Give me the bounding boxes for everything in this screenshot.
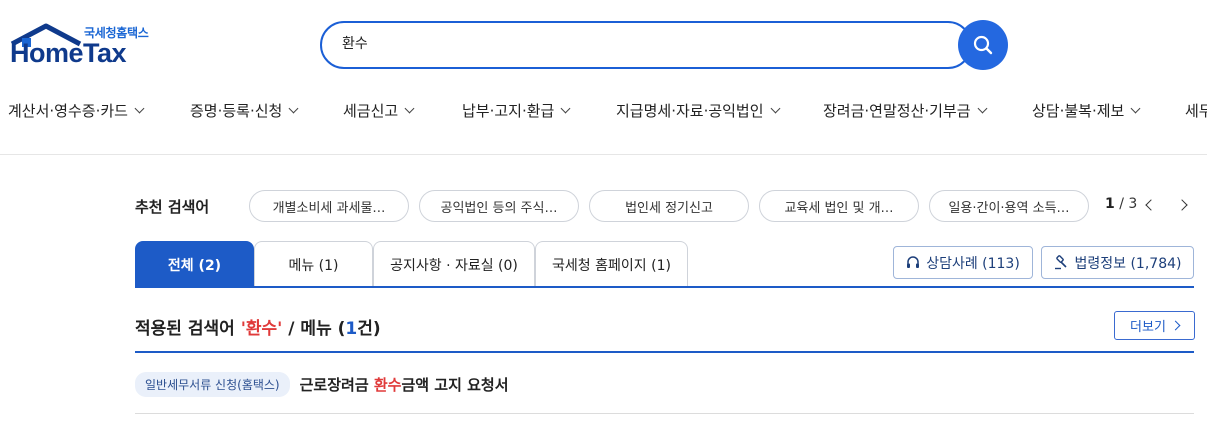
chevron-down-icon bbox=[1130, 103, 1141, 114]
list-item: 일반세무서류 신청(홈택스) 근로장려금 환수금액 고지 요청서 bbox=[135, 372, 509, 397]
pager-current: 1 bbox=[1105, 196, 1115, 212]
nav-item-label: 계산서·영수증·카드 bbox=[8, 102, 128, 120]
recommended-label: 추천 검색어 bbox=[135, 198, 210, 216]
chevron-down-icon bbox=[134, 103, 145, 114]
chevron-down-icon bbox=[288, 103, 299, 114]
nav-item-label: 지급명세·자료·공익법인 bbox=[616, 102, 764, 120]
row-divider bbox=[135, 413, 1194, 414]
search-button[interactable] bbox=[958, 20, 1008, 70]
result-keyword: '환수' bbox=[240, 319, 283, 339]
chevron-down-icon bbox=[770, 103, 780, 114]
recommended-chip[interactable]: 일용·간이·용역 소득… bbox=[929, 190, 1089, 222]
tab-underline bbox=[135, 286, 1194, 288]
tab-all[interactable]: 전체 (2) bbox=[135, 241, 254, 287]
nav-divider bbox=[0, 154, 1207, 155]
chevron-right-icon[interactable] bbox=[1178, 198, 1188, 212]
category-badge: 일반세무서류 신청(홈택스) bbox=[135, 372, 290, 397]
result-divider bbox=[135, 351, 1194, 353]
recommended-chip[interactable]: 교육세 법인 및 개… bbox=[759, 190, 919, 222]
tab-menu[interactable]: 메뉴 (1) bbox=[254, 241, 373, 287]
applied-search-title: 적용된 검색어 '환수' / 메뉴 (1건) bbox=[135, 314, 381, 339]
gavel-icon bbox=[1054, 255, 1067, 270]
pager-total: / 3 bbox=[1119, 196, 1138, 212]
nav-item-label: 세무 bbox=[1185, 102, 1207, 120]
chevron-left-icon[interactable] bbox=[1144, 198, 1154, 212]
consult-case-label: 상담사례 (113) bbox=[926, 255, 1020, 272]
recommended-pager: 1 / 3 bbox=[1105, 196, 1137, 212]
more-label: 더보기 bbox=[1130, 320, 1166, 335]
result-title-post: 금액 고지 요청서 bbox=[401, 376, 509, 394]
result-prefix: 적용된 검색어 bbox=[135, 319, 241, 339]
hometax-logo[interactable]: 국세청홈택스 HomeTax bbox=[10, 22, 160, 72]
consult-case-button[interactable]: 상담사례 (113) bbox=[893, 246, 1033, 279]
nav-item-tax-report[interactable]: 세금신고 bbox=[343, 100, 415, 121]
result-title-pre: 근로장려금 bbox=[299, 376, 374, 394]
law-info-button[interactable]: 법령정보 (1,784) bbox=[1041, 246, 1194, 279]
chevron-down-icon bbox=[977, 103, 987, 114]
nav-item-label: 상담·불복·제보 bbox=[1032, 102, 1125, 120]
tab-nts-homepage[interactable]: 국세청 홈페이지 (1) bbox=[535, 241, 688, 287]
result-middle: / 메뉴 ( bbox=[282, 319, 346, 339]
headset-icon bbox=[907, 255, 920, 268]
nav-item-label: 증명·등록·신청 bbox=[190, 102, 283, 120]
nav-item-payment[interactable]: 납부·고지·환급 bbox=[462, 100, 571, 121]
main-nav: 계산서·영수증·카드 증명·등록·신청 세금신고 납부·고지·환급 지급명세·자… bbox=[0, 100, 1207, 128]
nav-item-label: 장려금·연말정산·기부금 bbox=[823, 102, 971, 120]
recommended-chip[interactable]: 개별소비세 과세물… bbox=[249, 190, 409, 222]
search-icon bbox=[973, 35, 993, 55]
recommended-chip[interactable]: 공익법인 등의 주식… bbox=[419, 190, 579, 222]
result-suffix: 건) bbox=[357, 319, 381, 339]
more-button[interactable]: 더보기 bbox=[1114, 311, 1195, 340]
recommended-chip[interactable]: 법인세 정기신고 bbox=[589, 190, 749, 222]
chevron-down-icon bbox=[560, 103, 571, 114]
nav-item-consult[interactable]: 상담·불복·제보 bbox=[1032, 100, 1141, 121]
result-link[interactable]: 근로장려금 환수금액 고지 요청서 bbox=[300, 374, 509, 395]
result-count: 1 bbox=[345, 319, 358, 339]
search-input[interactable] bbox=[342, 35, 942, 51]
tab-notice[interactable]: 공지사항 · 자료실 (0) bbox=[373, 241, 535, 287]
nav-item-label: 세금신고 bbox=[343, 102, 399, 120]
nav-item-label: 납부·고지·환급 bbox=[462, 102, 555, 120]
nav-item-invoice[interactable]: 계산서·영수증·카드 bbox=[8, 100, 145, 121]
law-info-label: 법령정보 (1,784) bbox=[1074, 255, 1182, 272]
chevron-down-icon bbox=[404, 103, 415, 114]
search-box bbox=[320, 21, 972, 69]
result-title-highlight: 환수 bbox=[373, 376, 402, 394]
nav-item-certificate[interactable]: 증명·등록·신청 bbox=[190, 100, 299, 121]
nav-item-incentive[interactable]: 장려금·연말정산·기부금 bbox=[823, 100, 987, 121]
chevron-right-icon bbox=[1170, 320, 1181, 331]
nav-item-tax-more[interactable]: 세무 bbox=[1185, 100, 1207, 121]
nav-item-statement[interactable]: 지급명세·자료·공익법인 bbox=[616, 100, 780, 121]
logo-english-text: HomeTax bbox=[10, 38, 127, 68]
